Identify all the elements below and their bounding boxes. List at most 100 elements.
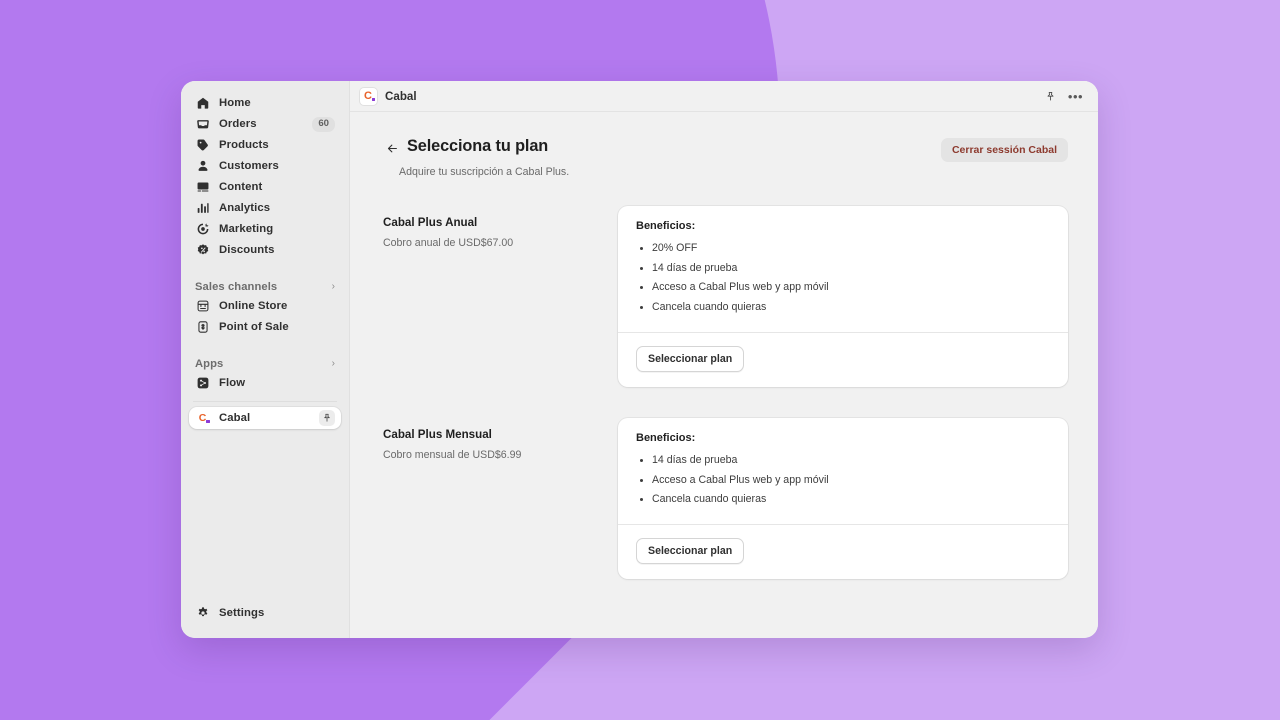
apps-header[interactable]: Apps › — [189, 354, 341, 373]
orders-count-badge: 60 — [312, 116, 335, 132]
sidebar-item-label: Content — [219, 181, 263, 194]
page-header-actions: Cerrar sessión Cabal — [940, 138, 1068, 162]
cabal-logo-letter: C — [364, 89, 372, 102]
page-title: Selecciona tu plan — [407, 137, 549, 155]
topbar-actions: ••• — [1040, 86, 1086, 107]
sidebar-item-label: Orders — [219, 118, 257, 131]
cabal-logo-icon: C — [360, 87, 377, 105]
benefits-list: 20% OFF 14 días de prueba Acceso a Cabal… — [636, 242, 1050, 314]
cabal-logo-square — [371, 97, 375, 101]
sidebar-item-label: Cabal — [219, 412, 251, 424]
page-header: Selecciona tu plan Cerrar sessión Cabal — [383, 137, 1068, 162]
plan-card: Beneficios: 20% OFF 14 días de prueba Ac… — [618, 206, 1068, 387]
benefits-heading: Beneficios: — [636, 431, 696, 444]
sales-channels-section: Sales channels › Online Store Point of S… — [181, 277, 349, 338]
page-title-block: Selecciona tu plan — [407, 137, 549, 156]
plan-card-body: Beneficios: 20% OFF 14 días de prueba Ac… — [618, 206, 1068, 332]
primary-nav: Home Orders 60 Products Customers Conten… — [181, 93, 349, 261]
sidebar-item-marketing[interactable]: Marketing — [189, 219, 341, 240]
sidebar: Home Orders 60 Products Customers Conten… — [181, 81, 350, 638]
orders-icon — [195, 117, 210, 132]
benefit-item: Cancela cuando quieras — [636, 493, 1050, 506]
sidebar-item-point-of-sale[interactable]: Point of Sale — [189, 317, 341, 338]
chevron-right-icon: › — [331, 280, 335, 292]
select-plan-button[interactable]: Seleccionar plan — [636, 345, 745, 372]
plan-card-footer: Seleccionar plan — [618, 525, 1068, 579]
chevron-right-icon: › — [331, 357, 335, 369]
sidebar-item-settings[interactable]: Settings — [189, 603, 341, 624]
sidebar-item-label: Marketing — [219, 223, 274, 236]
page-content: Selecciona tu plan Cerrar sessión Cabal … — [350, 112, 1098, 638]
plan-info: Cabal Plus Mensual Cobro mensual de USD$… — [383, 418, 618, 461]
sidebar-item-label: Analytics — [219, 202, 271, 215]
plan-price: Cobro anual de USD$67.00 — [383, 237, 514, 249]
benefit-item: 20% OFF — [636, 242, 1050, 255]
target-icon — [195, 222, 210, 237]
more-dots-icon[interactable]: ••• — [1065, 86, 1086, 107]
arrow-left-icon[interactable] — [383, 139, 401, 157]
plan-price: Cobro mensual de USD$6.99 — [383, 448, 522, 461]
app-title: Cabal — [385, 89, 417, 103]
sidebar-item-label: Point of Sale — [219, 321, 289, 334]
sidebar-item-content[interactable]: Content — [189, 177, 341, 198]
flow-icon — [195, 376, 210, 391]
person-icon — [195, 159, 210, 174]
cabal-logo-square — [206, 419, 210, 423]
plan-card-footer: Seleccionar plan — [618, 333, 1068, 387]
sidebar-item-products[interactable]: Products — [189, 135, 341, 156]
plan-name: Cabal Plus Mensual — [383, 427, 492, 441]
sidebar-item-label: Online Store — [219, 300, 288, 313]
section-title: Sales channels — [195, 280, 278, 293]
bar-chart-icon — [195, 201, 210, 216]
topbar-app-identity: C Cabal — [360, 87, 417, 105]
benefit-item: Acceso a Cabal Plus web y app móvil — [636, 281, 1050, 294]
pos-icon — [195, 320, 210, 335]
gear-icon — [195, 606, 210, 621]
sidebar-item-online-store[interactable]: Online Store — [189, 296, 341, 317]
sidebar-item-label: Discounts — [219, 244, 275, 257]
pin-icon[interactable] — [1040, 86, 1061, 107]
sidebar-item-customers[interactable]: Customers — [189, 156, 341, 177]
benefits-list: 14 días de prueba Acceso a Cabal Plus we… — [636, 454, 1050, 506]
benefit-item: Cancela cuando quieras — [636, 301, 1050, 314]
logout-button[interactable]: Cerrar sessión Cabal — [940, 138, 1068, 162]
plan-name: Cabal Plus Anual — [383, 216, 478, 229]
sidebar-item-label: Customers — [219, 160, 279, 173]
sidebar-item-label: Settings — [219, 607, 265, 620]
plan-info: Cabal Plus Anual Cobro anual de USD$67.0… — [383, 206, 618, 249]
sidebar-divider — [193, 401, 337, 402]
sidebar-item-cabal[interactable]: C Cabal — [189, 407, 341, 429]
sidebar-item-label: Home — [219, 97, 251, 110]
sidebar-item-discounts[interactable]: Discounts — [189, 240, 341, 261]
cabal-logo-letter: C — [198, 411, 207, 424]
home-icon — [195, 96, 210, 111]
sidebar-item-flow[interactable]: Flow — [189, 373, 341, 394]
plan-card-body: Beneficios: 14 días de prueba Acceso a C… — [618, 418, 1068, 524]
page-subtitle: Adquire tu suscripción a Cabal Plus. — [399, 166, 570, 178]
sidebar-item-home[interactable]: Home — [189, 93, 341, 114]
benefit-item: 14 días de prueba — [636, 262, 1050, 275]
benefit-item: 14 días de prueba — [636, 454, 1050, 467]
sidebar-footer: Settings — [181, 603, 349, 638]
benefit-item: Acceso a Cabal Plus web y app móvil — [636, 474, 1050, 487]
tag-icon — [195, 138, 210, 153]
plan-row-annual: Cabal Plus Anual Cobro anual de USD$67.0… — [383, 206, 1068, 387]
plan-row-monthly: Cabal Plus Mensual Cobro mensual de USD$… — [383, 417, 1068, 579]
section-title: Apps — [195, 357, 224, 370]
sales-channels-header[interactable]: Sales channels › — [189, 277, 341, 296]
discount-icon — [195, 243, 210, 258]
cabal-logo-icon: C — [195, 411, 210, 426]
apps-section: Apps › Flow — [181, 354, 349, 394]
sidebar-item-label: Flow — [219, 377, 246, 390]
sidebar-item-orders[interactable]: Orders 60 — [189, 114, 341, 135]
content-icon — [195, 180, 210, 195]
select-plan-button[interactable]: Seleccionar plan — [636, 537, 745, 564]
sidebar-item-analytics[interactable]: Analytics — [189, 198, 341, 219]
store-icon — [195, 299, 210, 314]
pin-icon[interactable] — [319, 410, 335, 426]
app-topbar: C Cabal ••• — [350, 81, 1098, 112]
app-window: Home Orders 60 Products Customers Conten… — [181, 81, 1098, 638]
main-region: C Cabal ••• Selecciona tu plan Cerrar se… — [350, 81, 1098, 638]
more-dots-label: ••• — [1067, 88, 1084, 104]
